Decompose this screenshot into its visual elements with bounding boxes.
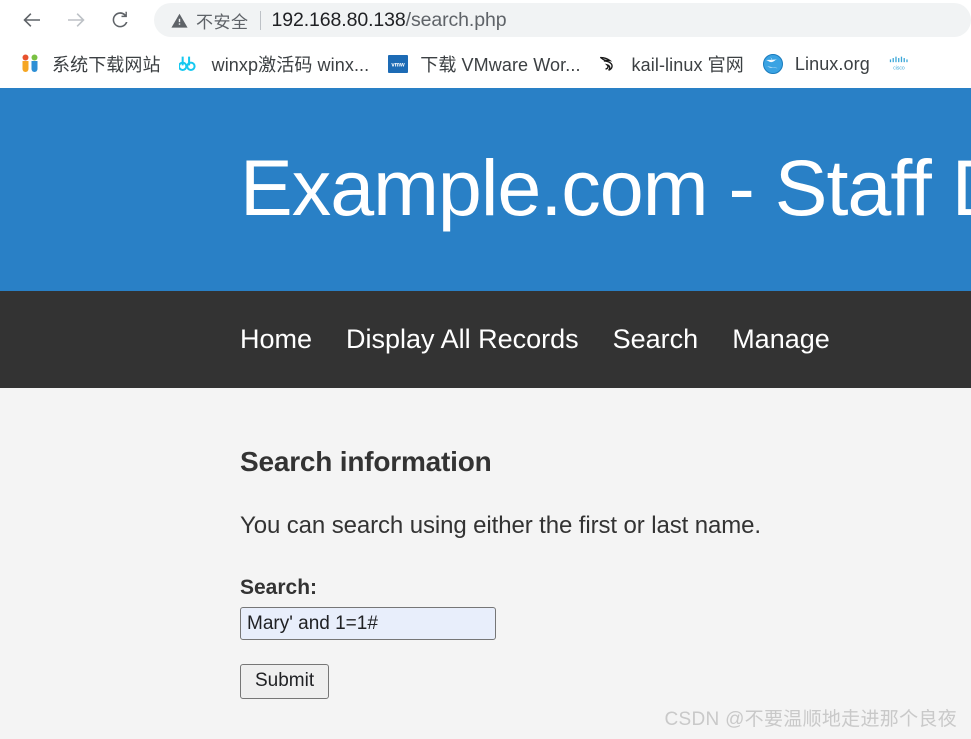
warning-triangle-icon bbox=[170, 11, 189, 30]
bookmark-label: kail-linux 官网 bbox=[631, 55, 744, 75]
reload-button[interactable] bbox=[98, 3, 142, 37]
bookmark-label: winxp激活码 winx... bbox=[211, 55, 370, 75]
nav-link-manage[interactable]: Manage bbox=[732, 324, 830, 355]
bookmark-item-kali[interactable]: kail-linux 官网 bbox=[590, 47, 753, 81]
reload-icon bbox=[108, 8, 132, 32]
site-title: Example.com - Staff De bbox=[240, 143, 971, 232]
bookmark-item-cisco[interactable]: cisco bbox=[879, 47, 930, 81]
page-description: You can search using either the first or… bbox=[240, 512, 761, 539]
browser-toolbar: 不安全 192.168.80.138/search.php bbox=[0, 0, 971, 40]
forward-button[interactable] bbox=[54, 3, 98, 37]
site-banner: Example.com - Staff De bbox=[0, 88, 971, 291]
csdn-watermark: CSDN @不要温顺地走进那个良夜 bbox=[664, 709, 957, 730]
search-field-label: Search: bbox=[240, 576, 318, 599]
submit-button[interactable]: Submit bbox=[240, 664, 330, 699]
back-button[interactable] bbox=[10, 3, 54, 37]
address-bar[interactable]: 不安全 192.168.80.138/search.php bbox=[154, 3, 971, 37]
nav-link-home[interactable]: Home bbox=[240, 324, 312, 355]
svg-text:vmw: vmw bbox=[392, 63, 406, 69]
vmware-icon: vmw bbox=[387, 53, 409, 75]
search-input[interactable] bbox=[240, 607, 496, 640]
globe-icon bbox=[762, 53, 784, 75]
kali-dragon-icon bbox=[599, 53, 621, 75]
main-content: Search information You can search using … bbox=[0, 388, 971, 699]
dd-glasses-icon bbox=[178, 53, 201, 75]
bookmark-label: 系统下载网站 bbox=[52, 55, 161, 75]
bookmark-item-winxp[interactable]: winxp激活码 winx... bbox=[170, 47, 379, 81]
url-host: 192.168.80.138 bbox=[271, 8, 406, 31]
bookmarks-bar: 系统下载网站 winxp激活码 winx... vmw 下载 VMware Wo… bbox=[0, 40, 971, 88]
arrow-right-icon bbox=[64, 8, 88, 32]
search-form: Search: Submit bbox=[240, 576, 971, 699]
cisco-icon: cisco bbox=[888, 53, 910, 75]
bookmark-item-linuxorg[interactable]: Linux.org bbox=[753, 47, 879, 81]
web-page-viewport: Example.com - Staff De Home Display All … bbox=[0, 88, 971, 739]
omnibox-divider bbox=[259, 10, 261, 30]
svg-text:cisco: cisco bbox=[893, 66, 905, 72]
page-heading: Search information bbox=[240, 446, 492, 477]
nav-link-display-all-records[interactable]: Display All Records bbox=[346, 324, 579, 355]
url-path: /search.php bbox=[405, 8, 507, 31]
bookmark-item-vmware[interactable]: vmw 下载 VMware Wor... bbox=[378, 47, 589, 81]
xitongxiazai-site-icon bbox=[19, 53, 41, 75]
bookmark-label: Linux.org bbox=[794, 53, 870, 74]
bookmark-label: 下载 VMware Wor... bbox=[420, 55, 581, 75]
site-navigation-bar: Home Display All Records Search Manage bbox=[0, 291, 971, 388]
arrow-left-icon bbox=[20, 8, 44, 32]
bookmark-item-xitongxiazai[interactable]: 系统下载网站 bbox=[10, 47, 170, 81]
nav-link-search[interactable]: Search bbox=[613, 324, 699, 355]
security-status-label: 不安全 bbox=[196, 12, 249, 32]
